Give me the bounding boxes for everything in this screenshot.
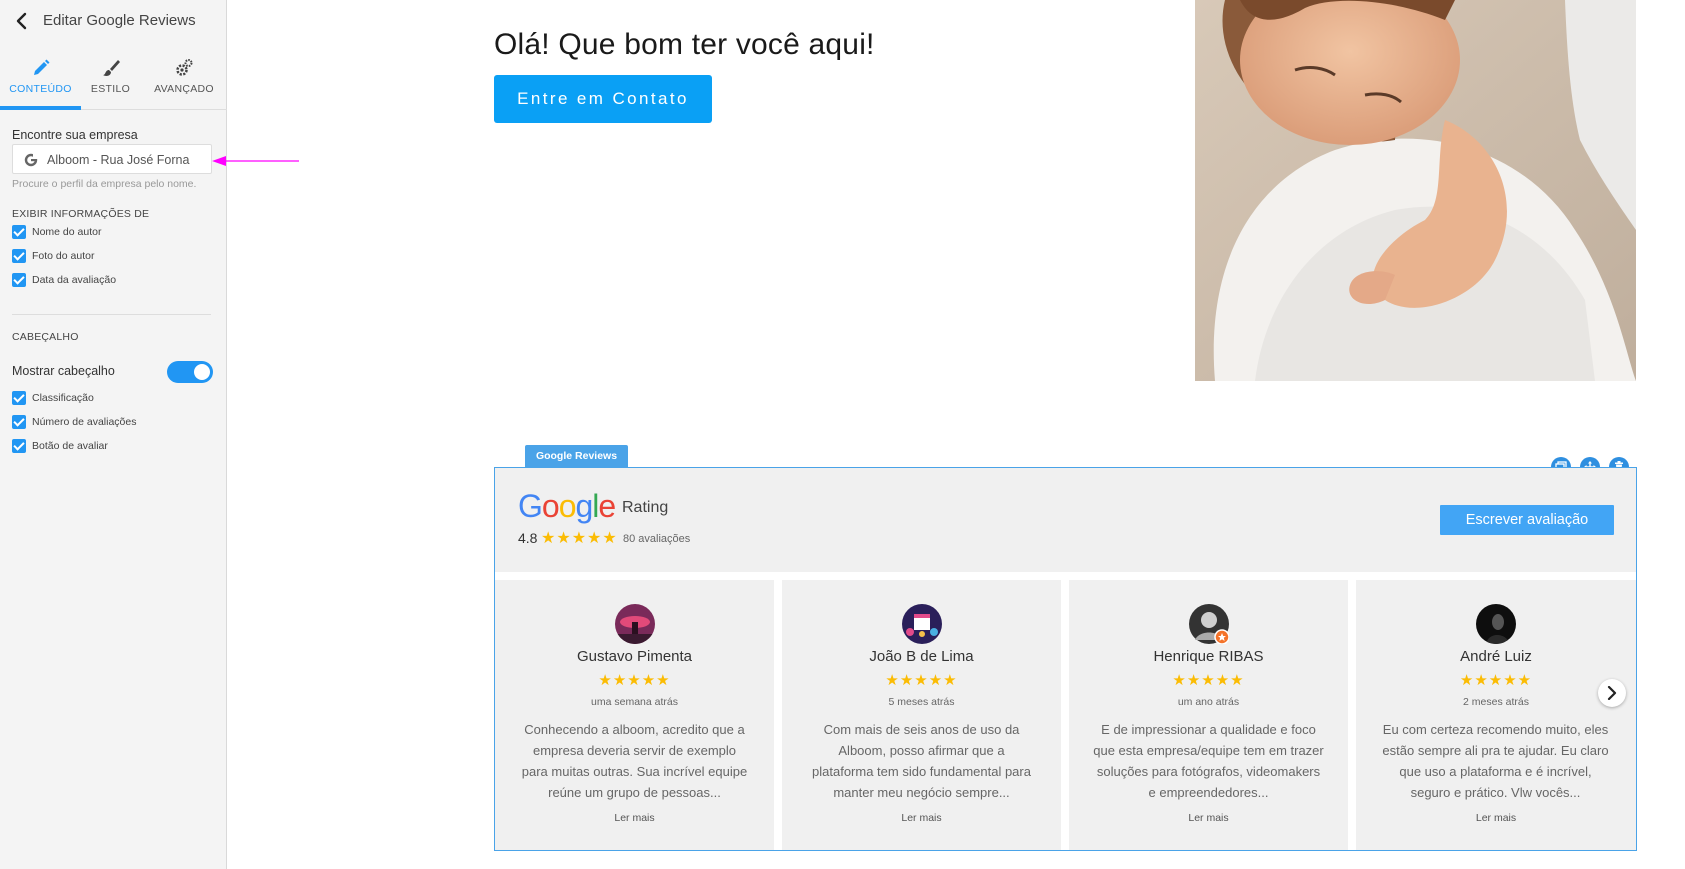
checkbox-checked-icon[interactable] — [12, 415, 26, 429]
checkbox-label: Número de avaliações — [32, 416, 137, 428]
company-search-field[interactable] — [12, 144, 212, 174]
review-stars: ★★★★★ — [1459, 672, 1533, 689]
back-arrow-icon[interactable] — [12, 11, 32, 31]
gears-icon — [176, 59, 193, 76]
checkbox-label: Botão de avaliar — [32, 440, 108, 452]
annotation-arrow-icon — [212, 156, 299, 166]
header-section-title: CABEÇALHO — [12, 331, 79, 343]
section-divider — [12, 314, 211, 315]
checkbox-checked-icon[interactable] — [12, 225, 26, 239]
show-info-section-title: EXIBIR INFORMAÇÕES DE — [12, 208, 150, 220]
review-count: 80 avaliações — [623, 533, 691, 545]
brush-icon — [102, 60, 120, 76]
active-tab-indicator — [0, 106, 81, 110]
checkbox-author-photo[interactable]: Foto do autor — [12, 248, 94, 264]
review-card: André Luiz ★★★★★ 2 meses atrás Eu com ce… — [1356, 580, 1636, 850]
checkbox-review-date[interactable]: Data da avaliação — [12, 272, 116, 288]
tab-estilo-label: ESTILO — [90, 83, 131, 95]
checkbox-review-button[interactable]: Botão de avaliar — [12, 438, 108, 454]
tab-conteudo[interactable]: CONTEÚDO — [0, 54, 81, 110]
review-date: uma semana atrás — [591, 696, 678, 708]
write-review-button[interactable]: Escrever avaliação — [1440, 505, 1614, 535]
hero-photo — [1195, 0, 1636, 381]
reviewer-name: Gustavo Pimenta — [576, 648, 693, 665]
checkbox-author-name[interactable]: Nome do autor — [12, 224, 101, 240]
tab-conteudo-label: CONTEÚDO — [9, 83, 72, 95]
review-stars: ★★★★★ — [598, 672, 671, 689]
sidebar-tabs: CONTEÚDO ESTILO AVANÇADO — [0, 54, 227, 110]
checkbox-label: Classificação — [32, 392, 94, 404]
child-hug-photo — [1195, 0, 1636, 381]
review-date: 2 meses atrás — [1463, 696, 1529, 708]
review-text: E de impressionar a qualidade e foco que… — [1093, 722, 1324, 800]
read-more-link[interactable]: Ler mais — [495, 812, 774, 824]
sidebar-title: Editar Google Reviews — [43, 12, 196, 29]
rating-word: Rating — [622, 499, 669, 516]
read-more-link[interactable]: Ler mais — [782, 812, 1061, 824]
tab-avancado-label: AVANÇADO — [154, 83, 214, 95]
checkbox-checked-icon[interactable] — [12, 439, 26, 453]
tab-avancado[interactable]: AVANÇADO — [145, 54, 223, 110]
avatar — [902, 604, 942, 644]
find-company-label: Encontre sua empresa — [12, 128, 138, 142]
read-more-link[interactable]: Ler mais — [1356, 812, 1636, 824]
review-card: Henrique RIBAS ★★★★★ um ano atrás E de i… — [1069, 580, 1348, 850]
avatar — [1189, 604, 1230, 645]
chevron-right-icon — [1607, 686, 1617, 700]
checkbox-label: Data da avaliação — [32, 274, 117, 286]
sidebar-header: Editar Google Reviews — [0, 0, 227, 42]
reviewer-name: Henrique RIBAS — [1153, 648, 1264, 665]
contact-button[interactable]: Entre em Contato — [494, 75, 712, 123]
reviewer-name: João B de Lima — [869, 648, 974, 665]
company-search-input[interactable] — [47, 150, 211, 170]
avatar — [1476, 604, 1516, 644]
tab-estilo[interactable]: ESTILO — [81, 54, 140, 110]
checkbox-rating[interactable]: Classificação — [12, 390, 94, 406]
show-header-toggle[interactable] — [167, 361, 213, 383]
review-text: Com mais de seis anos de uso da Alboom, … — [812, 722, 1031, 800]
review-text: Conhecendo a alboom, acredito que a empr… — [521, 722, 748, 800]
review-stars: ★★★★★ — [1172, 672, 1245, 689]
review-stars: ★★★★★ — [885, 672, 958, 689]
checkbox-label: Foto do autor — [32, 250, 95, 262]
review-date: 5 meses atrás — [888, 696, 955, 708]
checkbox-checked-icon[interactable] — [12, 391, 26, 405]
checkbox-label: Nome do autor — [32, 226, 102, 238]
review-text: Eu com certeza recomendo muito, eles est… — [1382, 722, 1609, 800]
rating-stars: ★★★★★ — [541, 530, 618, 547]
review-card: João B de Lima ★★★★★ 5 meses atrás Com m… — [782, 580, 1061, 850]
review-date: um ano atrás — [1177, 696, 1240, 708]
google-g-icon — [24, 153, 38, 167]
google-logo: Google — [518, 488, 616, 524]
avatar — [615, 604, 655, 644]
show-header-label: Mostrar cabeçalho — [12, 364, 115, 378]
rating-value: 4.8 — [518, 530, 538, 546]
checkbox-checked-icon[interactable] — [12, 273, 26, 287]
carousel-next-button[interactable] — [1598, 679, 1626, 707]
review-card: Gustavo Pimenta ★★★★★ uma semana atrás C… — [495, 580, 774, 850]
editor-sidebar: Editar Google Reviews CONTEÚDO ESTILO AV… — [0, 0, 299, 869]
reviewer-name: André Luiz — [1460, 648, 1532, 665]
toggle-knob — [194, 364, 210, 380]
widget-tag[interactable]: Google Reviews — [525, 445, 628, 467]
checkbox-checked-icon[interactable] — [12, 249, 26, 263]
checkbox-review-count[interactable]: Número de avaliações — [12, 414, 136, 430]
read-more-link[interactable]: Ler mais — [1069, 812, 1348, 824]
hero-title: Olá! Que bom ter você aqui! — [494, 28, 875, 61]
search-help-text: Procure o perfil da empresa pelo nome. — [12, 178, 197, 190]
pencil-icon — [33, 59, 49, 75]
